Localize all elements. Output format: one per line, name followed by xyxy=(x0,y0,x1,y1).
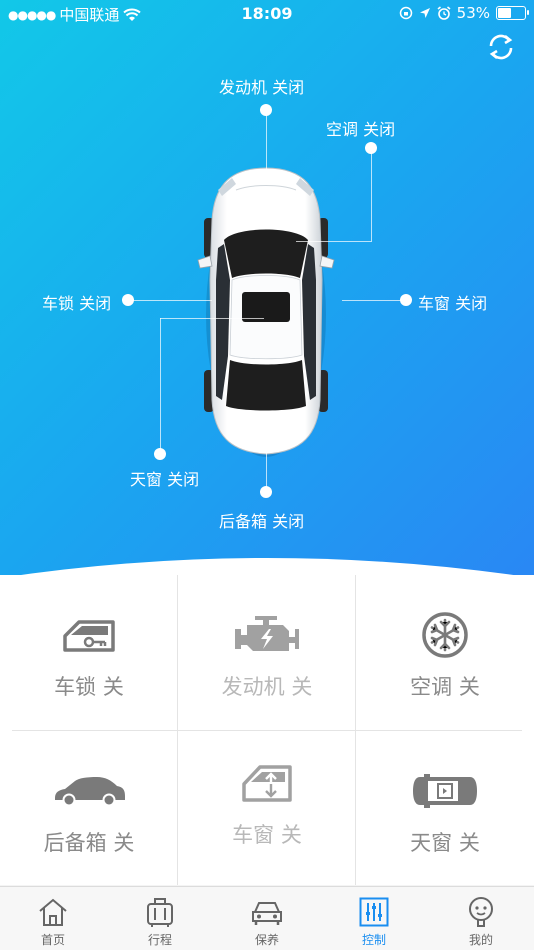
connector-window xyxy=(342,300,406,301)
vehicle-status-panel: ●●●●● 中国联通 18:09 53% 发动机 关闭 空调 关闭 车锁 关闭 … xyxy=(0,0,534,600)
engine-status-label: 发动机 关闭 xyxy=(219,78,305,97)
tab-trips[interactable]: 行程 xyxy=(107,887,213,950)
ac-status-label: 空调 关闭 xyxy=(326,120,396,139)
car-side-icon xyxy=(55,777,125,807)
control-lock-button[interactable]: 车锁 关 xyxy=(0,575,178,730)
lock-status-label: 车锁 关闭 xyxy=(42,294,112,313)
ac-status-dot xyxy=(365,142,377,154)
home-icon xyxy=(39,898,67,926)
car-door-key-icon xyxy=(63,620,115,652)
tab-trips-label: 行程 xyxy=(147,933,172,947)
lock-status-dot xyxy=(122,294,134,306)
car-top-icon xyxy=(413,774,477,808)
car-top-view xyxy=(197,167,335,457)
tab-home[interactable]: 首页 xyxy=(0,887,106,950)
connector-ac-h xyxy=(296,241,371,242)
tab-profile[interactable]: 我的 xyxy=(428,887,534,950)
alarm-icon xyxy=(437,6,451,20)
sunroof-status-dot xyxy=(154,448,166,460)
control-sunroof-button[interactable]: 天窗 关 xyxy=(356,731,534,886)
control-engine-label: 发动机 关 xyxy=(221,675,313,699)
engine-icon xyxy=(235,616,299,651)
luggage-icon xyxy=(147,898,173,927)
trunk-status-dot xyxy=(260,486,272,498)
battery-level xyxy=(498,8,511,18)
connector-engine xyxy=(266,110,267,174)
tab-profile-label: 我的 xyxy=(468,933,493,947)
location-icon xyxy=(419,8,430,18)
orientation-lock-icon xyxy=(399,6,412,20)
control-lock-label: 车锁 关 xyxy=(54,675,124,699)
connector-ac xyxy=(371,148,372,242)
car-window-icon xyxy=(242,765,292,802)
tab-maintenance-label: 保养 xyxy=(254,933,279,947)
profile-icon xyxy=(469,897,493,927)
tab-control-label: 控制 xyxy=(361,933,386,947)
control-grid: 车锁 关 发动机 关 空调 关 后备箱 关 车窗 关 天窗 关 xyxy=(0,575,534,885)
tab-home-label: 首页 xyxy=(40,933,65,947)
control-trunk-button[interactable]: 后备箱 关 xyxy=(0,731,178,886)
connector-lock xyxy=(128,300,212,301)
connector-sunroof xyxy=(160,318,161,454)
status-bar: ●●●●● 中国联通 18:09 53% xyxy=(0,0,534,28)
tab-maintenance[interactable]: 保养 xyxy=(214,887,320,950)
window-status-label: 车窗 关闭 xyxy=(418,294,488,313)
control-ac-button[interactable]: 空调 关 xyxy=(356,575,534,730)
battery-percent: 53% xyxy=(456,4,490,22)
control-trunk-label: 后备箱 关 xyxy=(43,831,135,855)
connector-sunroof-h xyxy=(160,318,264,319)
control-engine-button[interactable]: 发动机 关 xyxy=(178,575,356,730)
tab-bar: 首页 行程 保养 控制 我的 xyxy=(0,886,534,950)
sunroof-status-label: 天窗 关闭 xyxy=(130,470,200,489)
connector-trunk xyxy=(266,440,267,492)
refresh-icon[interactable] xyxy=(484,30,518,64)
control-sunroof-label: 天窗 关 xyxy=(410,831,480,855)
control-ac-label: 空调 关 xyxy=(410,675,480,699)
snowflake-icon xyxy=(422,612,468,658)
control-window-label: 车窗 关 xyxy=(232,823,302,847)
tab-control[interactable]: 控制 xyxy=(321,887,427,950)
control-window-button[interactable]: 车窗 关 xyxy=(178,731,356,886)
window-status-dot xyxy=(400,294,412,306)
engine-status-dot xyxy=(260,104,272,116)
sliders-icon xyxy=(359,897,389,927)
car-front-icon xyxy=(252,902,282,925)
battery-icon xyxy=(496,6,529,20)
trunk-status-label: 后备箱 关闭 xyxy=(219,512,305,531)
